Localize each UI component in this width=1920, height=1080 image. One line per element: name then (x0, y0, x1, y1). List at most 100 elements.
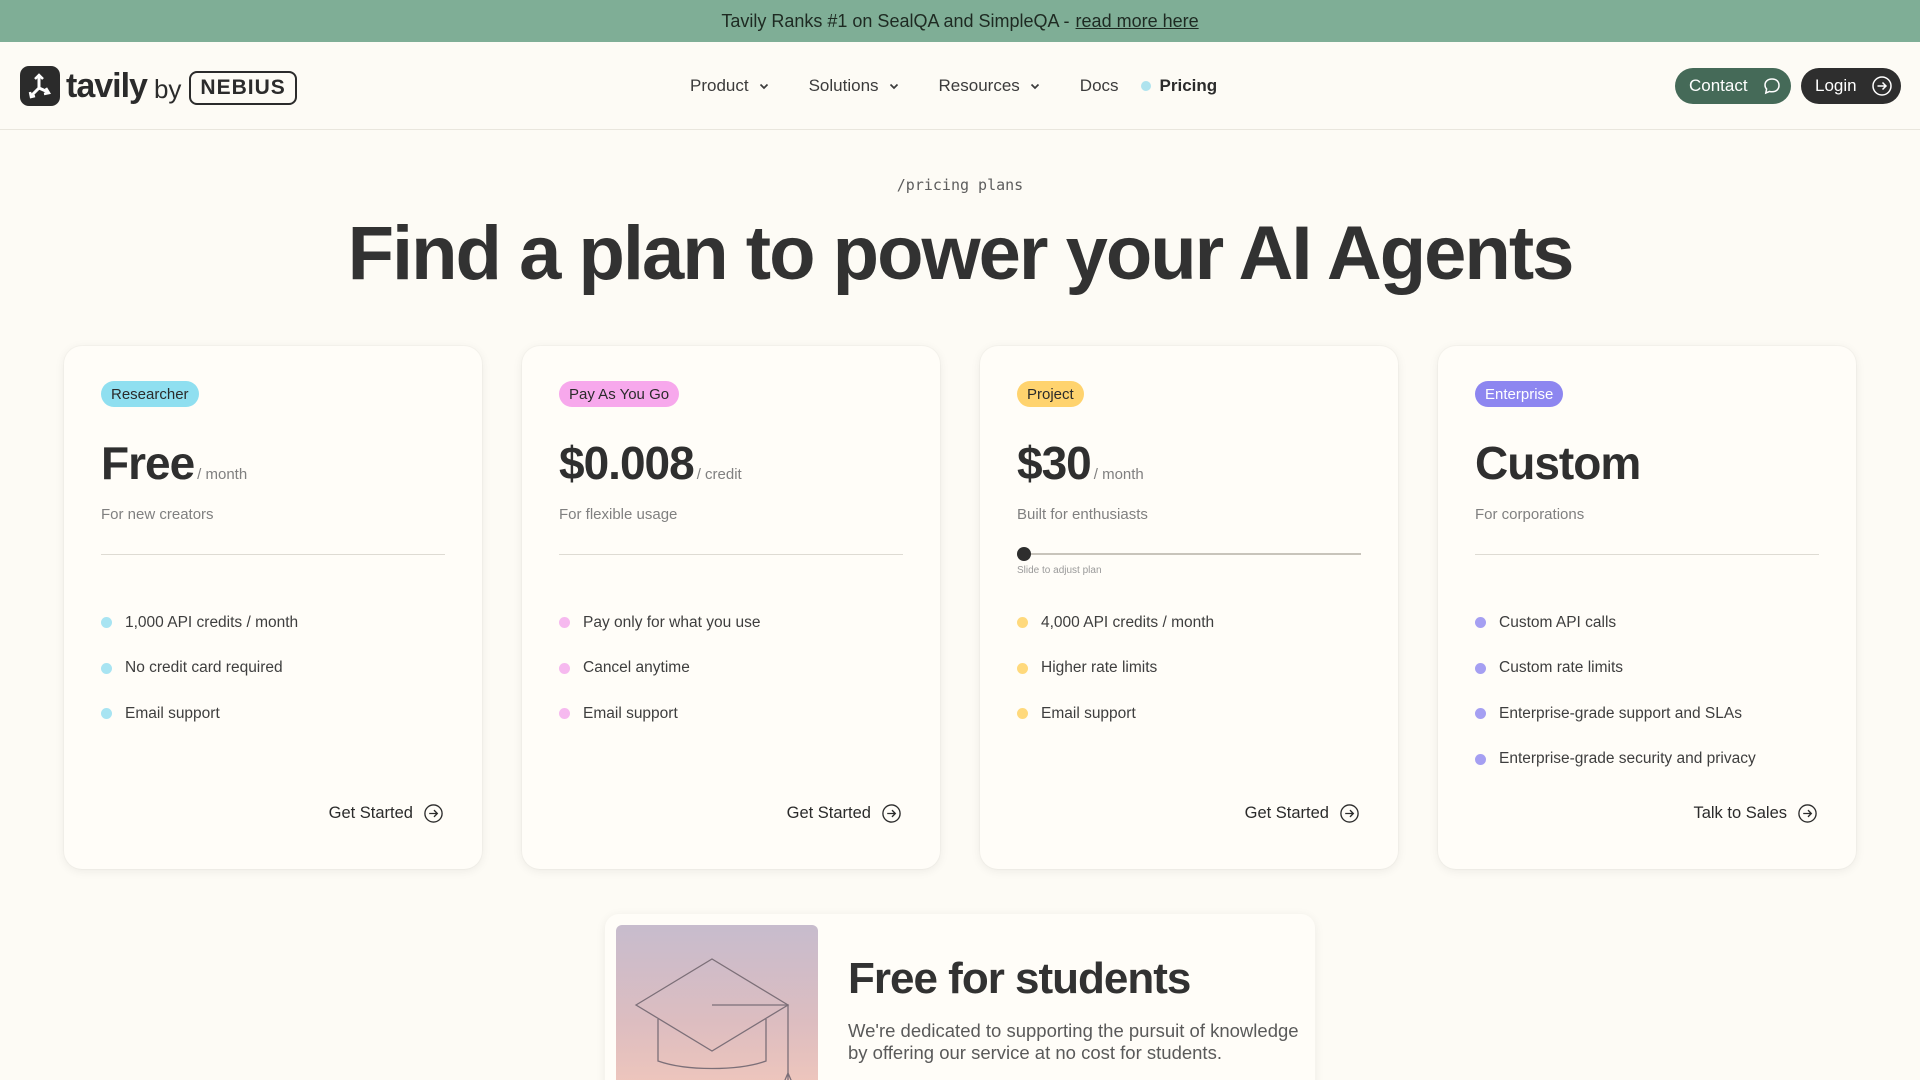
feature-text: Email support (583, 704, 678, 722)
feature-item: Email support (1017, 691, 1214, 737)
get-started-button[interactable]: Get Started (329, 803, 444, 824)
feature-item: Pay only for what you use (559, 600, 761, 646)
arrow-right-circle-icon (882, 804, 901, 823)
contact-button[interactable]: Contact (1675, 68, 1791, 104)
bullet-dot (1475, 662, 1486, 674)
students-card: Free for students We're dedicated to sup… (605, 914, 1315, 1080)
feature-item: 4,000 API credits / month (1017, 600, 1214, 646)
graduation-cap-icon (634, 958, 792, 1080)
menu-item-pricing[interactable]: Pricing (1140, 76, 1218, 96)
plan-price-unit: / month (197, 466, 248, 483)
brand-by: by (153, 73, 182, 104)
plan-badge: Pay As You Go (559, 381, 680, 407)
chat-bubble-icon (1764, 78, 1780, 95)
menu-item-label: Product (690, 76, 749, 95)
login-button[interactable]: Login (1801, 68, 1901, 104)
bullet-dot (1475, 708, 1486, 720)
students-description: We're dedicated to supporting the pursui… (848, 1020, 1299, 1063)
feature-item: 1,000 API credits / month (101, 600, 298, 646)
get-started-button[interactable]: Get Started (1245, 803, 1360, 824)
plan-card-enterprise: Enterprise Custom For corporations Custo… (1438, 346, 1856, 869)
tavily-logo-icon (20, 66, 60, 106)
talk-to-sales-button[interactable]: Talk to Sales (1693, 803, 1818, 824)
feature-text: Higher rate limits (1041, 659, 1158, 677)
feature-item: Enterprise-grade support and SLAs (1475, 691, 1756, 737)
feature-text: Email support (125, 704, 220, 722)
arrow-right-circle-icon (1340, 804, 1359, 823)
menu-item-label: Resources (938, 76, 1020, 95)
feature-text: Pay only for what you use (583, 613, 761, 631)
main-menu: Product Solutions Resources Docs Pricing (690, 42, 1257, 130)
feature-text: Cancel anytime (583, 659, 690, 677)
menu-item-solutions[interactable]: Solutions (809, 76, 899, 96)
feature-text: No credit card required (125, 659, 283, 677)
feature-item: Custom rate limits (1475, 646, 1756, 692)
feature-text: 1,000 API credits / month (125, 613, 299, 631)
cta-label: Get Started (328, 804, 413, 822)
divider (559, 554, 903, 555)
feature-list: 4,000 API credits / month Higher rate li… (1017, 600, 1214, 737)
logo[interactable]: tavily by NEBIUS (20, 66, 297, 106)
announcement-bar: Tavily Ranks #1 on SealQA and SimpleQA -… (0, 0, 1920, 42)
feature-text: Custom API calls (1499, 613, 1617, 631)
slider-track (1017, 553, 1361, 555)
slider-hint: Slide to adjust plan (1017, 565, 1102, 576)
cta-label: Get Started (786, 804, 871, 822)
feature-text: Enterprise-grade security and privacy (1499, 750, 1756, 768)
plan-card-researcher: Researcher Free / month For new creators… (64, 346, 482, 869)
plan-description: Built for enthusiasts (1017, 506, 1148, 523)
active-indicator-dot (1140, 81, 1151, 91)
feature-item: Higher rate limits (1017, 646, 1214, 692)
bullet-dot (559, 708, 570, 720)
plan-badge: Researcher (101, 381, 199, 407)
plan-price: Custom (1475, 437, 1641, 489)
students-title: Free for students (848, 954, 1191, 1003)
announcement-link[interactable]: read more here (1076, 11, 1199, 32)
menu-item-product[interactable]: Product (690, 76, 769, 96)
feature-item: No credit card required (101, 646, 298, 692)
plan-description: For corporations (1475, 506, 1585, 523)
bullet-dot (101, 662, 112, 674)
feature-list: Pay only for what you use Cancel anytime… (559, 600, 761, 737)
menu-item-resources[interactable]: Resources (939, 76, 1040, 96)
slider-handle[interactable] (1017, 547, 1031, 561)
bullet-dot (1017, 708, 1028, 720)
plan-price: Free (101, 437, 195, 489)
menu-item-label: Solutions (808, 76, 879, 95)
feature-item: Email support (559, 691, 761, 737)
plan-price-unit: / credit (696, 466, 742, 483)
divider (1475, 554, 1819, 555)
feature-item: Custom API calls (1475, 600, 1756, 646)
plan-card-project: Project $30 / month Built for enthusiast… (980, 346, 1398, 869)
announcement-text: Tavily Ranks #1 on SealQA and SimpleQA - (721, 10, 1070, 31)
feature-item: Enterprise-grade security and privacy (1475, 737, 1756, 783)
menu-item-docs[interactable]: Docs (1080, 76, 1119, 96)
top-nav: tavily by NEBIUS Product Solutions Resou… (0, 42, 1920, 130)
bullet-dot (559, 617, 570, 629)
chevron-down-icon (759, 83, 768, 90)
chevron-down-icon (889, 83, 898, 90)
feature-text: Custom rate limits (1499, 659, 1624, 677)
plan-price-unit: / month (1093, 466, 1144, 483)
menu-item-label: Pricing (1159, 76, 1218, 95)
login-label: Login (1815, 76, 1857, 95)
bullet-dot (1475, 753, 1486, 765)
bullet-dot (101, 708, 112, 720)
plan-description: For new creators (101, 506, 214, 523)
plan-slider[interactable] (1017, 546, 1361, 562)
brand-name: tavily (66, 66, 148, 105)
get-started-button[interactable]: Get Started (787, 803, 902, 824)
page-title: Find a plan to power your AI Agents (347, 211, 1575, 296)
divider (101, 554, 445, 555)
feature-text: 4,000 API credits / month (1041, 613, 1215, 631)
menu-item-label: Docs (1079, 76, 1119, 95)
cta-label: Talk to Sales (1693, 804, 1787, 822)
feature-text: Email support (1041, 704, 1136, 722)
feature-list: 1,000 API credits / month No credit card… (101, 600, 298, 737)
plan-card-pay-as-you-go: Pay As You Go $0.008 / credit For flexib… (522, 346, 940, 869)
cta-label: Get Started (1244, 804, 1329, 822)
chevron-down-icon (1030, 83, 1039, 90)
partner-logo: NEBIUS (189, 71, 297, 105)
section-eyebrow: /pricing plans (896, 176, 1024, 194)
plan-price: $30 (1017, 437, 1092, 489)
